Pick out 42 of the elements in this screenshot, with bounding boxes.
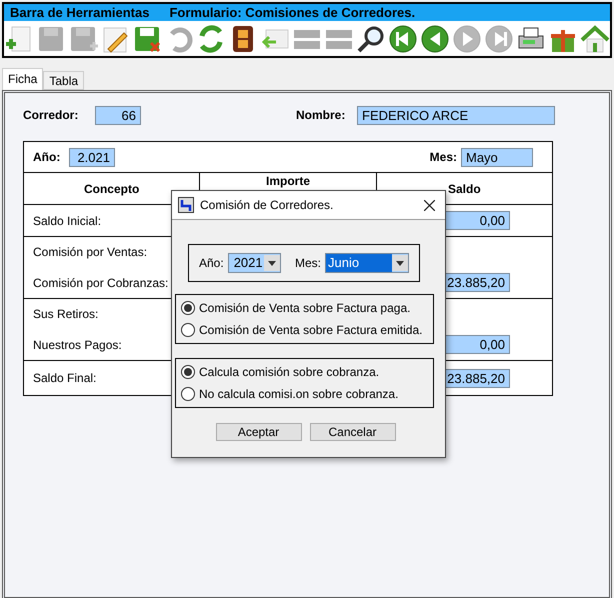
row-label: Saldo Inicial: <box>33 212 102 230</box>
field-label: Año: <box>199 255 224 272</box>
form-title: Formulario: Comisiones de Corredores. <box>169 4 416 22</box>
column-header-text: Saldo <box>448 182 481 196</box>
radio-button[interactable] <box>181 301 195 315</box>
radio-button[interactable] <box>181 387 195 401</box>
radio-button[interactable] <box>181 323 195 337</box>
field-label: Corredor: <box>23 107 80 124</box>
tab[interactable]: Tabla <box>43 71 84 90</box>
row-label: Comisión por Cobranzas: <box>33 274 168 292</box>
first-icon[interactable] <box>388 24 418 54</box>
dialog-button[interactable]: Cancelar <box>310 423 396 441</box>
tab[interactable]: Ficha <box>2 68 44 90</box>
name-field[interactable]: FEDERICO ARCE <box>357 106 555 124</box>
toolbar-title: Barra de Herramientas <box>10 4 150 22</box>
field-label: Mes: <box>430 149 457 166</box>
search-icon[interactable] <box>356 24 386 54</box>
dialog-button[interactable]: Aceptar <box>216 423 302 441</box>
dialog-title: Comisión de Corredores. <box>200 197 334 214</box>
year-field[interactable]: 2.021 <box>69 148 115 166</box>
column-header-text: Importe <box>266 174 310 188</box>
month-field[interactable]: Mayo <box>461 148 533 166</box>
discard-icon[interactable] <box>132 24 162 54</box>
app-icon <box>178 197 194 213</box>
broker-field[interactable]: 66 <box>95 106 141 124</box>
home-icon[interactable] <box>580 24 610 54</box>
column-header-text: Concepto <box>84 182 140 196</box>
month-dropdown[interactable]: Junio <box>325 253 409 273</box>
row-label: Nuestros Pagos: <box>33 336 122 354</box>
radio-label: Comisión de Venta sobre Factura paga. <box>199 300 410 317</box>
radio-label: No calcula comisi.on sobre cobranza. <box>199 386 398 403</box>
year-dropdown[interactable]: 2021 <box>228 253 281 273</box>
radio-label: Calcula comisión sobre cobranza. <box>199 364 380 381</box>
field-label: Nombre: <box>296 107 346 124</box>
row-label: Saldo Final: <box>33 370 96 387</box>
row-label: Comisión por Ventas: <box>33 244 148 262</box>
field-label: Mes: <box>294 255 321 272</box>
close-icon[interactable] <box>424 200 435 210</box>
radio-button[interactable] <box>181 365 195 379</box>
row-label: Sus Retiros: <box>33 306 98 324</box>
field-label: Año: <box>33 149 62 166</box>
prev-icon[interactable] <box>420 24 450 54</box>
